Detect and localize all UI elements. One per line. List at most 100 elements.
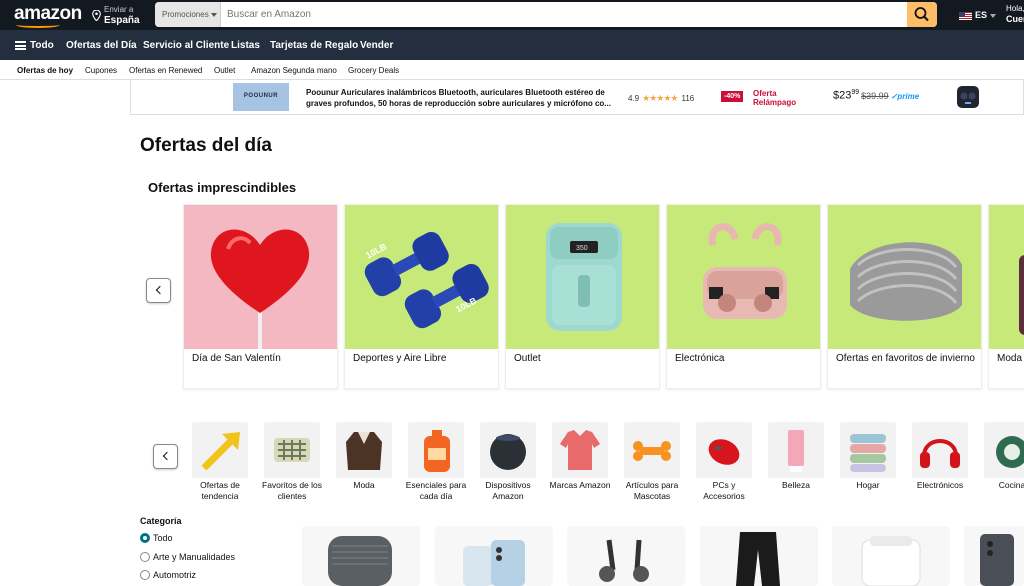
deal-card[interactable]: Electrónica [666,204,821,389]
subnav-item-cupones[interactable]: Cupones [85,66,117,75]
category-tile[interactable]: Esenciales para cada día [403,420,469,510]
nav-item-ofertas-del-dia[interactable]: Ofertas del Día [66,40,137,51]
product-tile[interactable] [302,526,420,586]
category-tile[interactable]: Ofertas de tendencia [187,420,253,510]
deal-card[interactable]: Moda [988,204,1024,389]
category-tile[interactable]: Dispositivos Amazon [475,420,541,510]
ad-product-title[interactable]: Poounur Auriculares inalámbricos Bluetoo… [306,87,618,111]
category-label: Ofertas de tendencia [200,480,240,501]
category-label: Belleza [782,480,810,490]
language-code: ES [975,10,988,20]
category-tile[interactable]: Electrónicos [907,420,973,510]
subnav-item-ofertas-hoy[interactable]: Ofertas de hoy [17,66,73,75]
ad-price: $2399 $39.99 ✓prime [833,89,919,102]
pants-image [700,526,818,586]
deal-badge-line1: Oferta [753,89,777,98]
chevron-down-icon [210,12,217,17]
page-title: Ofertas del día [140,135,272,156]
air-fryer-image: 350 [506,205,659,349]
radio-icon[interactable] [140,552,150,562]
deal-badge: Oferta Relámpago [753,89,796,107]
section-title: Ofertas imprescindibles [148,180,297,195]
category-label: Electrónicos [916,480,964,490]
jacket-icon [336,422,392,478]
account-menu[interactable]: Hola, Cuen [1006,4,1024,24]
ad-review-count[interactable]: 116 [681,94,694,103]
subnav-item-renewed[interactable]: Ofertas en Renewed [129,66,202,75]
category-label: Dispositivos Amazon [485,480,531,501]
shirt-icon [552,422,608,478]
product-tile[interactable] [700,526,818,586]
deal-card-label: Moda [997,353,1023,364]
category-label: Artículos para Mascotas [625,480,679,501]
dumbbells-image: 10LB 10LB [345,205,498,349]
filter-option-label: Todo [153,533,173,543]
filter-option-automotriz[interactable]: Automotriz [140,570,196,580]
category-tile[interactable]: Marcas Amazon [547,420,613,510]
category-tile[interactable]: PCs y Accesorios [691,420,757,510]
search-category-dropdown[interactable]: Promociones [155,2,221,27]
nav-all[interactable]: Todo [30,40,54,51]
category-tile[interactable]: Cocina [979,420,1024,510]
carousel-prev-button[interactable] [146,278,171,303]
top-header-bar: amazon Enviar a España Promociones ES Ho… [0,0,1024,30]
nav-item-listas[interactable]: Listas [231,40,260,51]
product-tile[interactable] [567,526,685,586]
deliver-to-location[interactable]: Enviar a España [92,4,144,26]
category-prev-button[interactable] [153,444,178,469]
blanket-icon [264,422,320,478]
filter-option-label: Arte y Manualidades [153,552,236,562]
radio-icon[interactable] [140,570,150,580]
blanket-image [828,205,981,349]
category-label: PCs y Accesorios [703,480,745,501]
headphones-icon [912,422,968,478]
product-tile[interactable] [435,526,553,586]
smartphone-image [964,526,1024,586]
search-input[interactable] [221,2,907,27]
product-tile[interactable] [832,526,950,586]
filter-option-todo[interactable]: Todo [140,533,173,543]
category-label: Favoritos de los clientes [262,480,322,501]
ad-brand-logo[interactable]: POOUNUR [233,83,289,111]
chevron-down-icon [990,13,997,18]
earbuds-image [667,205,820,349]
old-price: $39.99 [861,90,889,101]
earbuds-case-thumbnail[interactable] [955,83,981,111]
price-cents: 99 [851,89,860,96]
subnav-item-outlet[interactable]: Outlet [214,66,235,75]
category-tile[interactable]: Belleza [763,420,829,510]
deal-card-label: Día de San Valentín [192,353,281,364]
radio-selected-icon[interactable] [140,533,150,543]
discount-badge: -40% [721,91,744,102]
deal-card[interactable]: Día de San Valentín [183,204,338,389]
main-nav-bar: Todo Ofertas del Día Servicio al Cliente… [0,30,1024,60]
heart-lollipop-image [184,205,337,349]
sponsored-ad-banner[interactable]: POOUNUR Poounur Auriculares inalámbricos… [130,80,1024,115]
subnav-item-grocery[interactable]: Grocery Deals [348,66,399,75]
deal-card[interactable]: 10LB 10LB Deportes y Aire Libre [344,204,499,389]
nav-item-vender[interactable]: Vender [360,40,393,51]
nav-item-servicio-cliente[interactable]: Servicio al Cliente [143,40,229,51]
category-label: Hogar [856,480,880,490]
deals-subnav: Ofertas de hoy Cupones Ofertas en Renewe… [0,60,1024,80]
search-button[interactable] [907,2,937,27]
category-tile[interactable]: Favoritos de los clientes [259,420,325,510]
hamburger-menu-icon[interactable] [15,41,26,50]
deal-card[interactable]: Ofertas en favoritos de invierno [827,204,982,389]
ad-rating: 4.9 ★★★★★ 116 [628,93,694,104]
category-tile[interactable]: Moda [331,420,397,510]
language-selector[interactable]: ES [959,10,997,20]
us-flag-icon [959,11,972,20]
product-tile[interactable] [964,526,1024,586]
account-greeting: Hola, [1006,4,1024,13]
category-tile[interactable]: Artículos para Mascotas [619,420,685,510]
deal-card[interactable]: 350 Outlet [505,204,660,389]
category-tile[interactable]: Hogar [835,420,901,510]
search-category-label: Promociones [162,10,209,19]
subnav-item-segunda-mano[interactable]: Amazon Segunda mano [251,66,337,75]
trending-arrow-icon [192,422,248,478]
nav-item-tarjetas-regalo[interactable]: Tarjetas de Regalo [270,40,358,51]
computer-mouse-icon [696,422,752,478]
filter-option-arte[interactable]: Arte y Manualidades [140,552,235,562]
speaker-image [302,526,420,586]
